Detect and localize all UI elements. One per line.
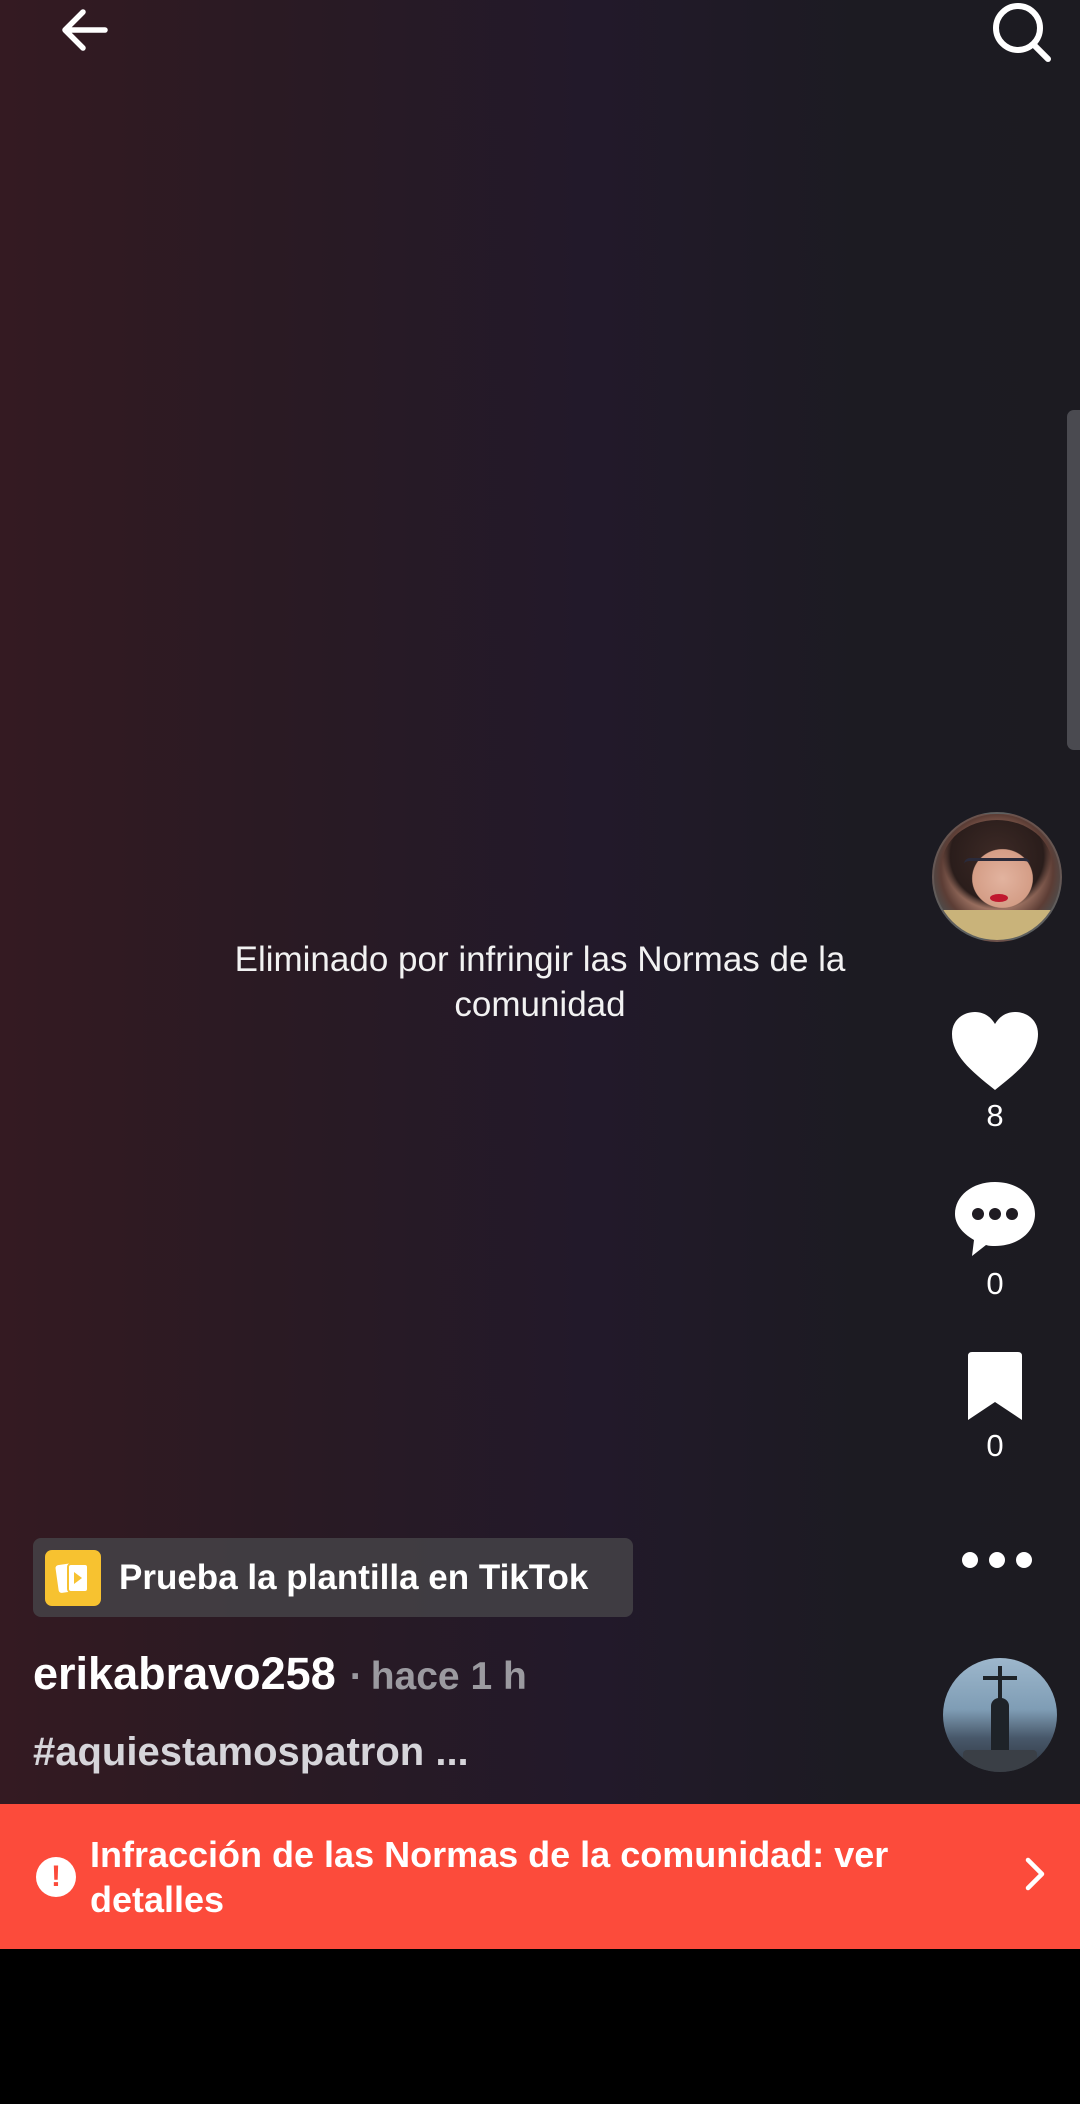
template-icon	[45, 1549, 101, 1606]
post-caption[interactable]: #aquiestamospatron ...	[33, 1730, 469, 1775]
scrollbar[interactable]	[1067, 410, 1080, 750]
post-time: hace 1 h	[370, 1655, 527, 1698]
sound-disc[interactable]	[943, 1658, 1057, 1772]
bottom-bar	[0, 1949, 1080, 2104]
more-options-icon[interactable]	[962, 1548, 1032, 1572]
warning-icon: !	[36, 1856, 76, 1897]
back-button[interactable]	[40, 0, 130, 70]
creator-avatar[interactable]	[932, 812, 1062, 942]
violation-text: Infracción de las Normas de la comunidad…	[90, 1833, 889, 1920]
author-row: erikabravo258 · hace 1 h	[33, 1648, 527, 1700]
heart-icon	[952, 1012, 1038, 1090]
like-button[interactable]: 8	[935, 1010, 1055, 1134]
time-separator: ·	[349, 1655, 363, 1698]
template-button[interactable]: Prueba la plantilla en TikTok	[33, 1538, 633, 1617]
comment-button[interactable]: 0	[935, 1178, 1055, 1302]
search-button[interactable]	[978, 0, 1068, 70]
bookmark-icon	[968, 1352, 1022, 1420]
username[interactable]: erikabravo258	[33, 1648, 336, 1700]
template-label: Prueba la plantilla en TikTok	[119, 1557, 589, 1597]
save-count: 0	[986, 1428, 1004, 1463]
arrow-left-icon	[62, 9, 108, 51]
chevron-right-icon	[1025, 1857, 1045, 1891]
like-count: 8	[986, 1098, 1004, 1133]
removed-message: Eliminado por infringir las Normas de la…	[234, 940, 846, 1024]
search-icon	[993, 3, 1051, 62]
comment-icon	[955, 1182, 1035, 1256]
comment-count: 0	[986, 1266, 1004, 1301]
violation-banner[interactable]: ! Infracción de las Normas de la comunid…	[0, 1804, 1080, 1949]
save-button[interactable]: 0	[935, 1352, 1055, 1464]
